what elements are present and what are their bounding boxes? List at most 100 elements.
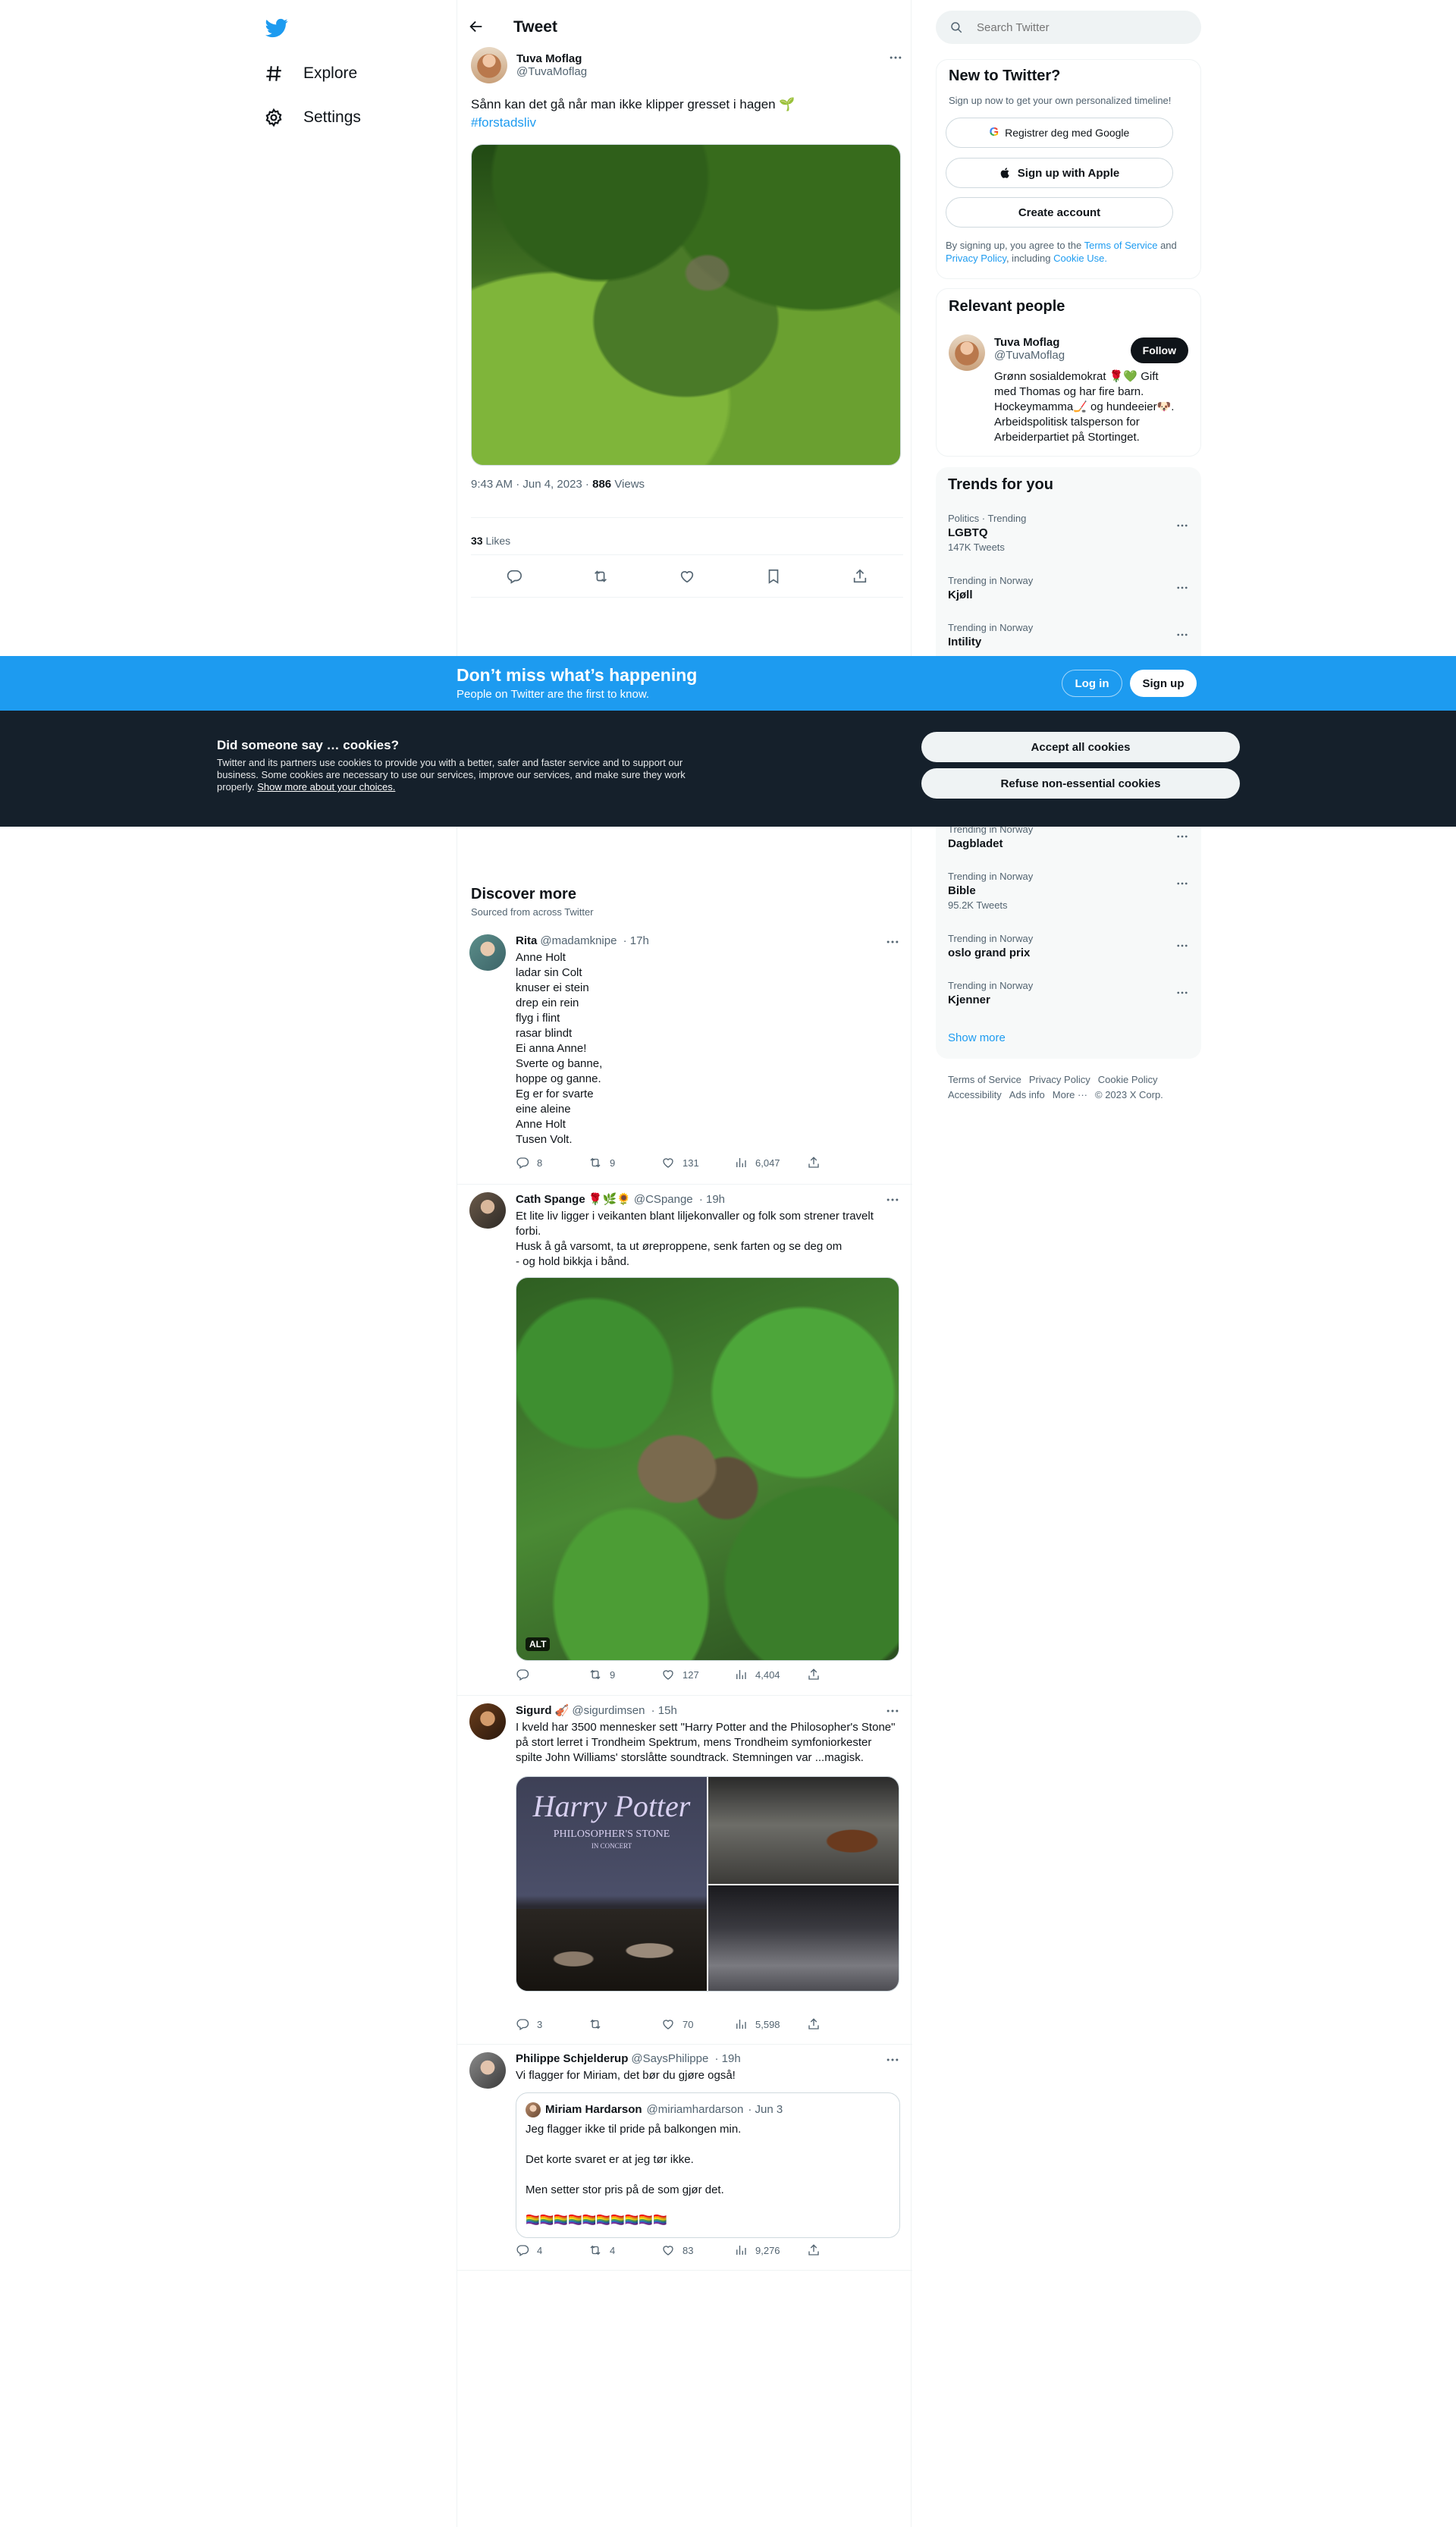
footer-link[interactable]: Privacy Policy xyxy=(1029,1074,1090,1085)
create-account-button[interactable]: Create account xyxy=(946,197,1173,228)
refuse-cookies-button[interactable]: Refuse non-essential cookies xyxy=(921,768,1240,799)
login-button[interactable]: Log in xyxy=(1062,670,1122,697)
views-button[interactable]: 5,598 xyxy=(734,2017,807,2031)
reply-button[interactable]: 3 xyxy=(516,2017,588,2031)
author-handle[interactable]: @madamknipe xyxy=(540,934,617,947)
footer-link[interactable]: Accessibility xyxy=(948,1089,1002,1100)
search-bar[interactable] xyxy=(936,11,1201,44)
trend-item[interactable]: Trending in Norway Dagbladet xyxy=(948,824,1189,850)
avatar[interactable] xyxy=(526,2102,541,2117)
like-button[interactable]: 83 xyxy=(661,2243,734,2257)
retweet-button[interactable]: 9 xyxy=(588,1668,661,1681)
more-options-icon[interactable] xyxy=(1175,519,1189,532)
like-button[interactable]: 70 xyxy=(661,2017,734,2031)
alt-text-badge[interactable]: ALT xyxy=(526,1637,551,1651)
retweet-button[interactable]: 4 xyxy=(588,2243,661,2257)
cookie-use-link[interactable]: Cookie Use. xyxy=(1053,253,1107,264)
apple-signup-button[interactable]: Sign up with Apple xyxy=(946,158,1173,188)
tweet-time[interactable]: · 15h xyxy=(651,1704,677,1717)
author-handle[interactable]: @SaysPhilippe xyxy=(631,2052,708,2065)
author-name[interactable]: Sigurd 🎻 xyxy=(516,1704,569,1717)
author-name[interactable]: Philippe Schjelderup xyxy=(516,2052,628,2065)
more-options-icon[interactable] xyxy=(888,50,903,65)
more-options-icon[interactable] xyxy=(1175,628,1189,642)
tweet-photo[interactable] xyxy=(708,1777,899,1884)
more-options-icon[interactable] xyxy=(885,934,900,950)
bookmark-icon[interactable] xyxy=(765,568,782,585)
footer-link[interactable]: Terms of Service xyxy=(948,1074,1021,1085)
more-options-icon[interactable] xyxy=(1175,877,1189,890)
hashtag-link[interactable]: #forstadsliv xyxy=(471,114,896,132)
avatar[interactable] xyxy=(471,47,507,83)
trend-item[interactable]: Trending in Norway Bible 95.2K Tweets xyxy=(948,871,1189,911)
avatar[interactable] xyxy=(469,1703,506,1740)
search-input[interactable] xyxy=(977,20,1174,34)
more-options-icon[interactable] xyxy=(1175,939,1189,953)
tweet-time[interactable]: · 19h xyxy=(699,1193,725,1206)
share-button[interactable] xyxy=(807,2243,880,2257)
accept-cookies-button[interactable]: Accept all cookies xyxy=(921,732,1240,762)
twitter-bird-icon[interactable] xyxy=(264,17,290,39)
nav-explore[interactable]: Explore xyxy=(264,58,357,89)
privacy-link[interactable]: Privacy Policy xyxy=(946,253,1006,264)
tweet-photo[interactable] xyxy=(708,1885,899,1991)
show-more-link[interactable]: Show more xyxy=(948,1031,1006,1044)
author-name[interactable]: Cath Spange 🌹🌿🌻 xyxy=(516,1193,631,1206)
footer-link[interactable]: Cookie Policy xyxy=(1098,1074,1158,1085)
reply-button[interactable] xyxy=(516,1668,588,1681)
tweet-photo[interactable]: Harry Potter PHILOSOPHER'S STONE IN CONC… xyxy=(516,1777,707,1991)
share-button[interactable] xyxy=(807,2017,880,2031)
trend-item[interactable]: Politics · Trending LGBTQ 147K Tweets xyxy=(948,513,1189,553)
reply-button[interactable]: 8 xyxy=(516,1156,588,1169)
trend-item[interactable]: Trending in Norway Kjøll xyxy=(948,575,1189,601)
more-options-icon[interactable] xyxy=(1175,830,1189,843)
tweet-item[interactable]: Philippe Schjelderup @SaysPhilippe · 19h … xyxy=(457,2045,912,2271)
share-icon[interactable] xyxy=(852,568,868,585)
tweet-photo[interactable] xyxy=(471,144,901,466)
tweet-photo[interactable]: ALT xyxy=(516,1277,899,1661)
tweet-time[interactable]: · 19h xyxy=(714,2052,740,2065)
tweet-time[interactable]: 9:43 AM · Jun 4, 2023 xyxy=(471,478,582,491)
like-heart-icon[interactable] xyxy=(679,568,695,585)
more-options-icon[interactable] xyxy=(885,2052,900,2067)
back-arrow-icon[interactable] xyxy=(468,18,486,36)
reply-button[interactable]: 4 xyxy=(516,2243,588,2257)
footer-link[interactable]: More ··· xyxy=(1053,1089,1087,1100)
author-handle[interactable]: @TuvaMoflag xyxy=(516,65,587,78)
tweet-item[interactable]: Cath Spange 🌹🌿🌻 @CSpange · 19h Et lite li… xyxy=(457,1185,912,1696)
author-name[interactable]: Rita xyxy=(516,934,537,947)
trend-item[interactable]: Trending in Norway Intility xyxy=(948,622,1189,648)
tweet-time[interactable]: · 17h xyxy=(623,934,649,947)
share-button[interactable] xyxy=(807,1156,880,1169)
views-button[interactable]: 9,276 xyxy=(734,2243,807,2257)
more-options-icon[interactable] xyxy=(885,1192,900,1207)
terms-link[interactable]: Terms of Service xyxy=(1084,240,1158,251)
signup-button[interactable]: Sign up xyxy=(1130,670,1197,697)
avatar[interactable] xyxy=(949,334,985,371)
follow-button[interactable]: Follow xyxy=(1130,337,1188,363)
share-button[interactable] xyxy=(807,1668,880,1681)
like-button[interactable]: 127 xyxy=(661,1668,734,1681)
retweet-icon[interactable] xyxy=(592,568,609,585)
relevant-person[interactable]: Tuva Moflag @TuvaMoflag xyxy=(994,336,1065,362)
footer-link[interactable]: Ads info xyxy=(1009,1089,1045,1100)
cookie-choices-link[interactable]: Show more about your choices. xyxy=(257,781,395,793)
trend-item[interactable]: Trending in Norway Kjenner xyxy=(948,980,1189,1006)
google-signup-button[interactable]: G Registrer deg med Google xyxy=(946,118,1173,148)
more-options-icon[interactable] xyxy=(1175,581,1189,595)
avatar[interactable] xyxy=(469,934,506,971)
retweet-button[interactable] xyxy=(588,2017,661,2031)
author-handle[interactable]: @sigurdimsen xyxy=(572,1704,645,1717)
avatar[interactable] xyxy=(469,1192,506,1229)
more-options-icon[interactable] xyxy=(885,1703,900,1719)
avatar[interactable] xyxy=(469,2052,506,2089)
author-handle[interactable]: @CSpange xyxy=(634,1193,693,1206)
nav-settings[interactable]: Settings xyxy=(264,102,361,133)
tweet-item[interactable]: Rita @madamknipe · 17h Anne Holt ladar si… xyxy=(457,927,912,1185)
tweet-item[interactable]: Sigurd 🎻 @sigurdimsen · 15h I kveld har 3… xyxy=(457,1696,912,2045)
views-button[interactable]: 6,047 xyxy=(734,1156,807,1169)
retweet-button[interactable]: 9 xyxy=(588,1156,661,1169)
more-options-icon[interactable] xyxy=(1175,986,1189,1000)
views-button[interactable]: 4,404 xyxy=(734,1668,807,1681)
author-name[interactable]: Tuva Moflag xyxy=(516,52,587,65)
